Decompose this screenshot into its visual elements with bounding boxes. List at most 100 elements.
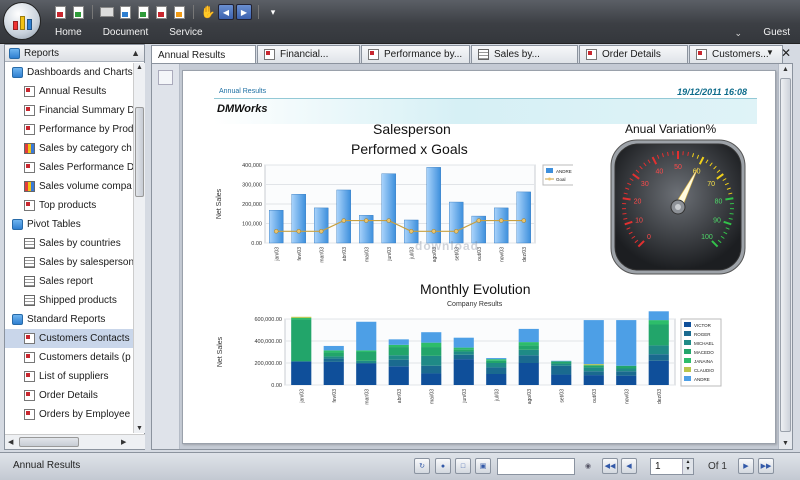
stacked-bar-segment xyxy=(453,337,474,348)
tree-horizontal-scroll-thumb[interactable] xyxy=(19,437,79,447)
stacked-bar-segment xyxy=(518,355,539,363)
stacked-bar-segment xyxy=(551,360,572,362)
previous-page-button[interactable]: ◀ xyxy=(621,458,637,474)
doc-scroll-down-icon[interactable]: ▼ xyxy=(782,440,789,447)
stacked-bar-segment xyxy=(616,375,637,385)
doc-scroll-up-icon[interactable]: ▲ xyxy=(782,66,789,73)
tab[interactable]: Financial... xyxy=(257,45,360,63)
page-number-input[interactable]: 1 ▲ ▼ xyxy=(650,458,694,475)
export-excel-button[interactable] xyxy=(135,4,151,20)
scroll-right-icon[interactable]: ▶ xyxy=(121,438,126,446)
refresh-button[interactable]: ↻ xyxy=(414,458,430,474)
tree-group[interactable]: Standard Reports xyxy=(5,310,133,329)
tree-item[interactable]: Sales by salesperson xyxy=(5,253,133,272)
export-html-button[interactable] xyxy=(171,4,187,20)
stacked-bar-segment xyxy=(356,363,377,364)
page-spinner-icon[interactable]: ▲ ▼ xyxy=(682,459,693,474)
tree-item[interactable]: Financial Summary D xyxy=(5,101,133,120)
next-page-button[interactable]: ▶ xyxy=(738,458,754,474)
tab[interactable]: Performance by... xyxy=(361,45,470,63)
tree-item[interactable]: Annual Results xyxy=(5,82,133,101)
tree-group-label: Standard Reports xyxy=(27,314,106,325)
tree-item[interactable]: Orders by Employee xyxy=(5,405,133,424)
tree-item[interactable]: Top products xyxy=(5,196,133,215)
tree-item[interactable]: Customers Contacts xyxy=(5,329,133,348)
close-tab-icon[interactable]: ✕ xyxy=(781,46,791,60)
tree-item-label: Top products xyxy=(39,200,97,211)
single-page-button[interactable]: □ xyxy=(455,458,471,474)
x-tick-label: dez/03 xyxy=(522,247,528,262)
open-document-button[interactable] xyxy=(52,4,68,20)
scroll-left-icon[interactable]: ◀ xyxy=(8,438,13,446)
print-button[interactable] xyxy=(99,4,115,20)
tree-group[interactable]: Pivot Tables xyxy=(5,215,133,234)
x-tick-label: mai/03 xyxy=(429,389,435,404)
tree-item[interactable]: Sales report xyxy=(5,272,133,291)
customize-toolbar-button[interactable]: ▾ xyxy=(265,4,281,20)
first-page-button[interactable]: ◀◀ xyxy=(602,458,618,474)
stacked-bar-segment xyxy=(291,361,312,385)
export-button[interactable] xyxy=(117,4,133,20)
pin-icon[interactable]: ▲ xyxy=(131,48,140,58)
chart-icon xyxy=(24,181,35,192)
goal-point xyxy=(521,218,526,223)
menu-document[interactable]: Document xyxy=(103,27,149,38)
stacked-bar-segment xyxy=(388,355,409,360)
folder-icon xyxy=(12,219,23,230)
pan-button[interactable]: ✋ xyxy=(200,4,216,20)
page-thumbnail-icon[interactable] xyxy=(158,70,173,85)
tree-item[interactable]: Sales by countries xyxy=(5,234,133,253)
app-menu-button[interactable] xyxy=(3,2,41,40)
multi-page-button[interactable]: ▣ xyxy=(475,458,491,474)
legend-label: VICTOR xyxy=(694,323,712,328)
tree-vertical-scrollbar[interactable]: ▲ ▼ xyxy=(133,63,145,433)
legend-label: JANAINA xyxy=(694,359,713,364)
document-scroll-thumb[interactable] xyxy=(780,78,791,432)
next-button[interactable]: ▶ xyxy=(236,4,252,20)
tree-item[interactable]: Sales volume compa xyxy=(5,177,133,196)
export-pdf-button[interactable] xyxy=(153,4,169,20)
tree-horizontal-scrollbar[interactable]: ◀ ▶ xyxy=(5,434,145,449)
tree-group[interactable]: Dashboards and Charts xyxy=(5,63,133,82)
tab[interactable]: Annual Results xyxy=(151,45,256,64)
legend-swatch xyxy=(684,376,691,381)
last-page-button[interactable]: ▶▶ xyxy=(758,458,774,474)
tree-item[interactable]: Order Details xyxy=(5,386,133,405)
menu-home[interactable]: Home xyxy=(55,27,82,38)
quick-access-toolbar: ✋ ◀ ▶ ▾ xyxy=(52,3,281,21)
search-input[interactable] xyxy=(497,458,575,475)
legend-label: ANDRE xyxy=(694,377,710,382)
tree-item[interactable]: List of suppliers xyxy=(5,367,133,386)
stacked-bar-segment xyxy=(356,363,377,385)
zoom-button[interactable]: ● xyxy=(435,458,451,474)
tab-list-dropdown-icon[interactable]: ▼ xyxy=(766,48,774,57)
tree-item[interactable]: Shipped products xyxy=(5,291,133,310)
save-document-button[interactable] xyxy=(70,4,86,20)
collapse-ribbon-icon[interactable]: ⌄ xyxy=(734,28,742,39)
menu-service[interactable]: Service xyxy=(169,27,202,38)
find-button[interactable]: ◉ xyxy=(580,458,596,474)
previous-button[interactable]: ◀ xyxy=(218,4,234,20)
tree-item[interactable]: Sales by category ch xyxy=(5,139,133,158)
user-name[interactable]: Guest xyxy=(763,27,790,38)
company-name: DMWorks xyxy=(217,103,268,115)
tree-item[interactable]: Sales Performance D xyxy=(5,158,133,177)
legend-label: ROGER xyxy=(694,332,711,337)
tree-item-label: Orders by Employee xyxy=(39,409,131,420)
tab[interactable]: Sales by... xyxy=(471,45,578,63)
gauge-tick xyxy=(622,213,627,215)
stacked-bar-segment xyxy=(291,317,312,320)
stacked-bar-segment xyxy=(616,320,637,366)
scroll-up-icon[interactable]: ▲ xyxy=(136,64,143,71)
main-menu: Home Document Service xyxy=(55,27,203,38)
tree-vertical-scroll-thumb[interactable] xyxy=(135,107,144,197)
tab[interactable]: Order Details xyxy=(579,45,688,63)
legend-swatch xyxy=(684,349,691,354)
scroll-down-icon[interactable]: ▼ xyxy=(136,425,143,432)
report-icon xyxy=(24,86,35,97)
bar xyxy=(516,191,531,244)
document-vertical-scrollbar[interactable]: ▲ ▼ xyxy=(778,64,792,449)
tree-item[interactable]: Customers details (p xyxy=(5,348,133,367)
tree-item[interactable]: Performance by Prod xyxy=(5,120,133,139)
thumbnail-strip xyxy=(152,64,180,449)
